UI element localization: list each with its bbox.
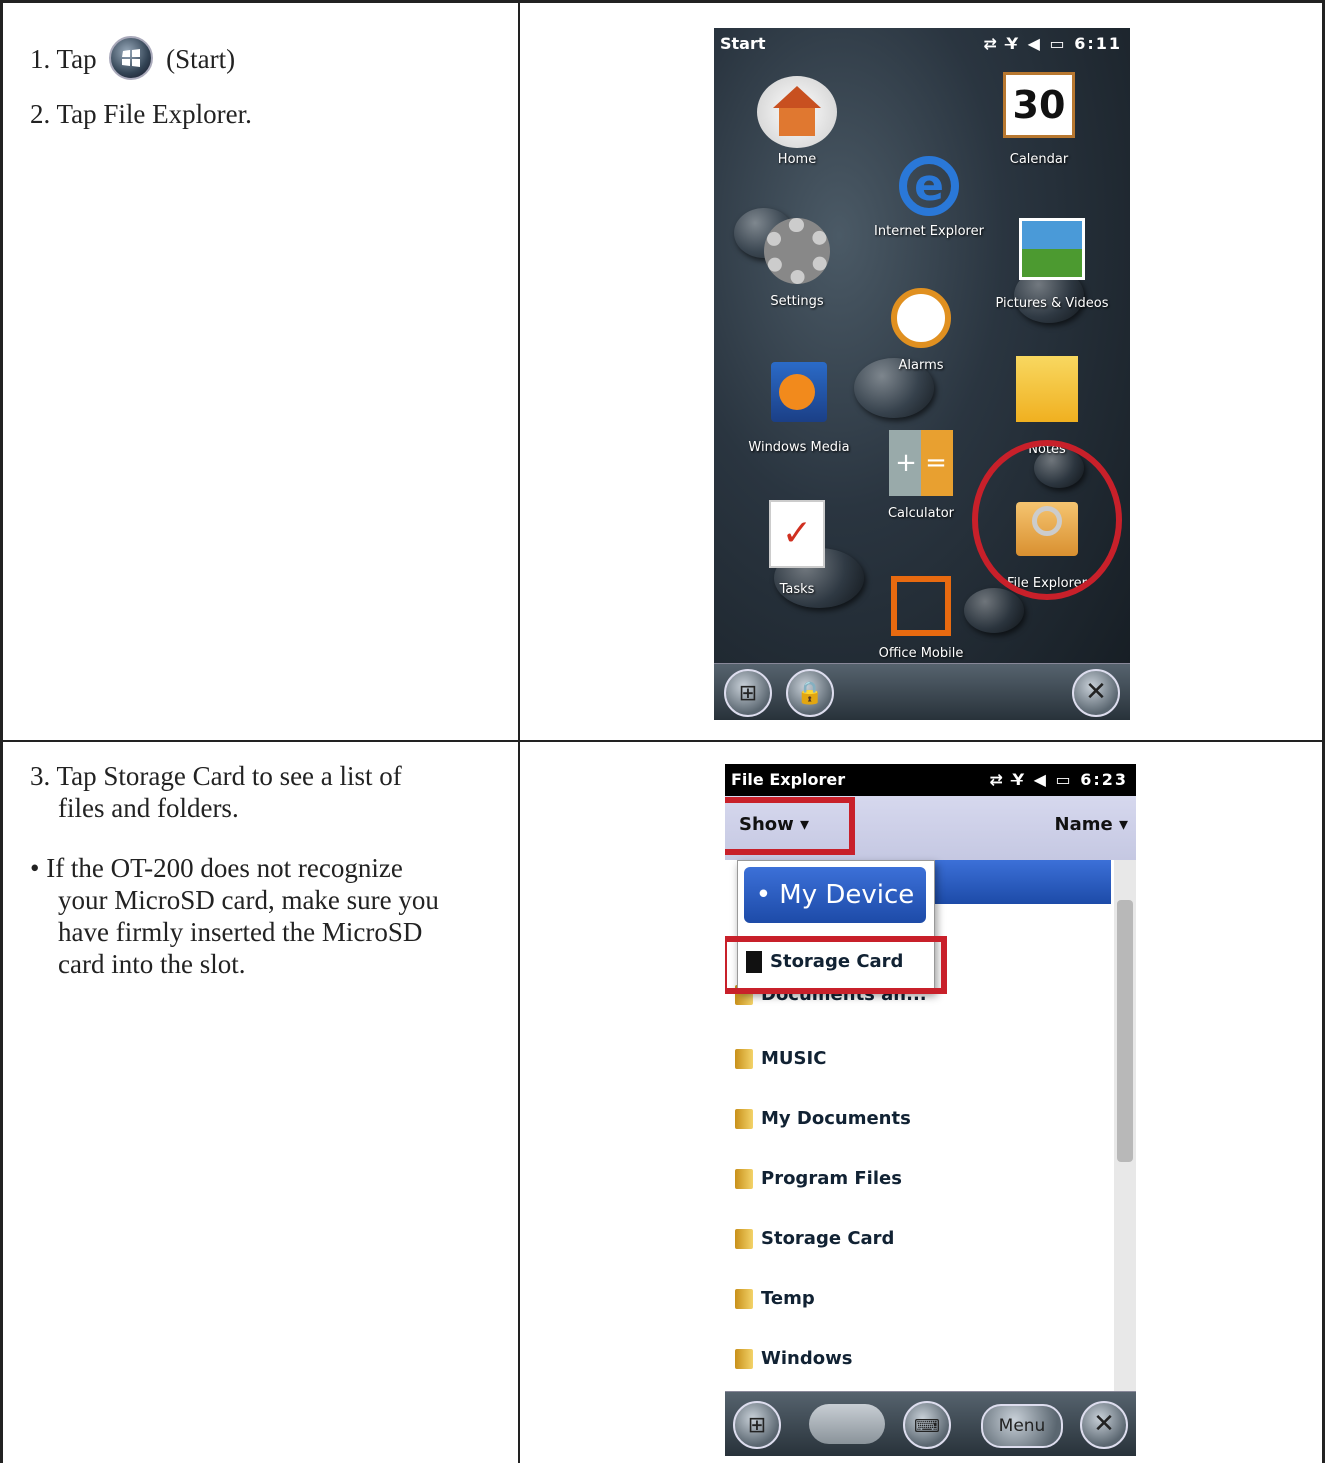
list-item[interactable]: My Documents	[735, 1108, 911, 1129]
windows-media-icon	[771, 362, 827, 422]
tile-tasks[interactable]: ✓ Tasks	[742, 500, 852, 597]
tile-home-label: Home	[777, 152, 817, 167]
windows-start-icon	[109, 36, 154, 80]
home-icon	[757, 76, 837, 148]
table-border-left	[0, 0, 3, 1463]
tile-office-mobile[interactable]: Office Mobile	[866, 576, 976, 661]
lock-icon: 🔒	[796, 681, 824, 706]
list-item-label: MUSIC	[761, 1048, 827, 1069]
step-1: 1. Tap (Start)	[30, 36, 236, 84]
step-1-prefix: 1. Tap	[30, 44, 97, 75]
status-icons: ⇄ Y̶ ◀ ▭ 6:11	[983, 34, 1122, 53]
screen-title: Start	[720, 34, 766, 53]
close-button[interactable]: ✕	[1080, 1401, 1128, 1449]
step-2: 2. Tap File Explorer.	[30, 99, 252, 129]
tile-calculator-label: Calculator	[887, 506, 954, 521]
highlight-circle	[972, 440, 1122, 600]
bullet-line-2: your MicroSD card, make sure you	[58, 885, 439, 915]
tile-home[interactable]: Home	[742, 76, 852, 167]
disabled-pill-button[interactable]	[809, 1404, 885, 1444]
office-icon	[891, 576, 951, 636]
table-border-top	[0, 0, 1325, 3]
tile-internet-explorer-label: Internet Explorer	[874, 224, 984, 239]
start-button[interactable]: ⊞	[724, 669, 772, 717]
folder-icon	[735, 1289, 753, 1309]
tile-office-mobile-label: Office Mobile	[878, 646, 964, 661]
list-item[interactable]: MUSIC	[735, 1048, 826, 1069]
list-item-label: Program Files	[761, 1168, 902, 1189]
close-icon: ✕	[1093, 1409, 1115, 1439]
windows-start-icon: ⊞	[738, 681, 758, 706]
tile-pictures-videos[interactable]: Pictures & Videos	[982, 218, 1122, 311]
calendar-icon: 30	[1003, 72, 1075, 138]
tile-windows-media-label: Windows Media	[748, 440, 850, 455]
tile-pictures-videos-label: Pictures & Videos	[995, 296, 1109, 311]
bullet-line-4: card into the slot.	[58, 949, 246, 979]
sort-name-dropdown[interactable]: Name ▾	[1055, 814, 1128, 835]
tile-internet-explorer[interactable]: e Internet Explorer	[864, 156, 994, 239]
list-item[interactable]: Windows	[735, 1348, 852, 1369]
status-icons: ⇄ Y̶ ◀ ▭ 6:23	[989, 770, 1128, 789]
storage-folder-icon	[735, 1229, 753, 1249]
list-item[interactable]: Temp	[735, 1288, 815, 1309]
table-divider-horizontal	[0, 740, 1325, 742]
internet-explorer-icon: e	[899, 156, 959, 216]
bullet-line-1: • If the OT-200 does not recognize	[30, 853, 403, 883]
tile-calendar-label: Calendar	[1009, 152, 1069, 167]
folder-icon	[735, 1109, 753, 1129]
tile-settings[interactable]: Settings	[742, 218, 852, 309]
pictures-videos-icon	[1019, 218, 1085, 280]
tasks-icon: ✓	[769, 500, 825, 568]
status-bar: Start ⇄ Y̶ ◀ ▭ 6:11	[714, 28, 1130, 62]
step-3-line-1: 3. Tap Storage Card to see a list of	[30, 761, 402, 791]
windows-start-icon: ⊞	[747, 1413, 767, 1438]
tile-calculator[interactable]: + = Calculator	[866, 430, 976, 521]
folder-icon	[735, 1049, 753, 1069]
close-button[interactable]: ✕	[1072, 669, 1120, 717]
tile-alarms[interactable]: Alarms	[866, 288, 976, 373]
close-icon: ✕	[1085, 677, 1107, 707]
scrollbar[interactable]	[1114, 860, 1136, 1392]
step-3-line-2: files and folders.	[58, 793, 239, 823]
list-item-label: Windows	[761, 1348, 853, 1369]
file-explorer-screenshot: File Explorer ⇄ Y̶ ◀ ▭ 6:23 Show ▾ Name …	[725, 764, 1136, 1456]
menu-item-my-device[interactable]: • My Device	[744, 867, 926, 923]
calculator-icon: + =	[889, 430, 953, 496]
highlight-box-storage-card	[725, 936, 947, 994]
tile-windows-media[interactable]: Windows Media	[734, 362, 864, 455]
list-item-label: Temp	[761, 1288, 815, 1309]
bottom-taskbar: ⊞ ⌨ Menu ✕	[725, 1391, 1136, 1456]
bullet-line-3: have firmly inserted the MicroSD	[58, 917, 423, 947]
folder-icon	[735, 1169, 753, 1189]
alarm-clock-icon	[891, 288, 951, 348]
keyboard-button[interactable]: ⌨	[903, 1401, 951, 1449]
start-button[interactable]: ⊞	[733, 1401, 781, 1449]
list-item[interactable]: Storage Card	[735, 1228, 894, 1249]
list-item-label: My Documents	[761, 1108, 911, 1129]
keyboard-icon: ⌨	[914, 1416, 940, 1437]
scrollbar-thumb[interactable]	[1117, 900, 1133, 1162]
tile-alarms-label: Alarms	[898, 358, 944, 373]
start-screen-screenshot: Start ⇄ Y̶ ◀ ▭ 6:11 Home 30 Calendar e I…	[714, 28, 1130, 720]
lock-button[interactable]: 🔒	[786, 669, 834, 717]
menu-button[interactable]: Menu	[981, 1404, 1063, 1448]
bottom-taskbar: ⊞ 🔒 ✕	[714, 663, 1130, 720]
list-item[interactable]: Program Files	[735, 1168, 902, 1189]
highlight-box-show	[725, 797, 855, 855]
notes-icon	[1016, 356, 1078, 422]
screen-title: File Explorer	[731, 770, 846, 789]
folder-icon	[735, 1349, 753, 1369]
list-item-label: Storage Card	[761, 1228, 895, 1249]
tile-tasks-label: Tasks	[779, 582, 815, 597]
selected-row-highlight	[925, 860, 1111, 904]
tile-settings-label: Settings	[770, 294, 824, 309]
gear-icon	[764, 218, 830, 284]
tile-calendar[interactable]: 30 Calendar	[984, 72, 1094, 167]
table-divider-vertical	[518, 0, 520, 1463]
step-1-suffix: (Start)	[166, 44, 236, 75]
status-bar: File Explorer ⇄ Y̶ ◀ ▭ 6:23	[725, 764, 1136, 796]
